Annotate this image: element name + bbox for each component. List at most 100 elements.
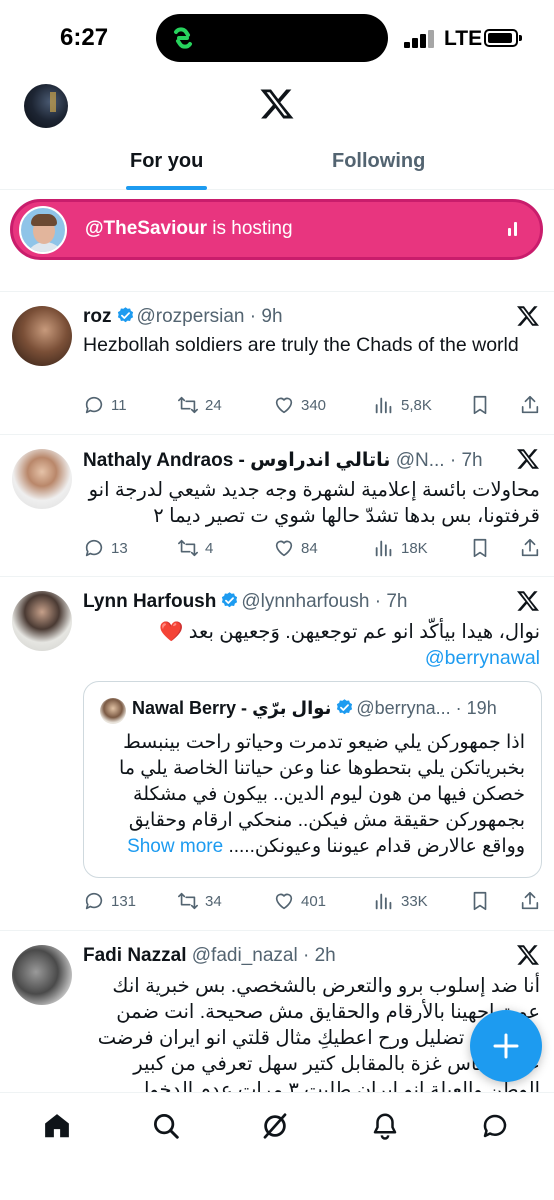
retweet-icon [178, 539, 198, 557]
views-count: 33K [401, 892, 428, 910]
retweet-button[interactable]: 34 [177, 890, 222, 912]
author-handle: @rozpersian [136, 306, 245, 327]
like-count: 84 [301, 539, 318, 557]
tweet-mention[interactable]: @berrynawal [83, 645, 540, 671]
tab-for-you[interactable]: For you [130, 150, 203, 173]
bookmark-icon [473, 538, 487, 558]
bookmark-icon [473, 891, 487, 911]
views-icon [375, 397, 392, 414]
x-logo-icon [517, 591, 539, 611]
like-count: 401 [301, 892, 327, 910]
share-button[interactable] [519, 537, 547, 559]
status-time: 6:27 [60, 24, 109, 51]
quoted-time: 19h [466, 698, 497, 718]
reply-button[interactable]: 11 [83, 394, 127, 416]
tweet-card[interactable]: Fadi Nazzal @fadi_nazal · 2h أنا ضد إسلو… [0, 931, 554, 1092]
tweet-header: Nathaly Andraos - ناتالي اندراوس @N... ·… [83, 450, 483, 471]
heart-icon [275, 397, 293, 414]
reply-icon [85, 396, 103, 414]
retweet-button[interactable]: 24 [177, 394, 222, 416]
active-tab-indicator [126, 186, 207, 190]
author-name[interactable]: roz [83, 306, 112, 327]
tweet-time: 2h [314, 945, 336, 966]
avatar[interactable] [12, 306, 72, 366]
views-button[interactable]: 33K [373, 890, 428, 912]
x-logo-icon [517, 449, 539, 469]
reply-count: 11 [111, 396, 127, 414]
avatar[interactable] [12, 945, 72, 1005]
share-icon [521, 395, 539, 414]
author-handle: @lynnharfoush [241, 591, 370, 612]
messages-icon[interactable] [480, 1111, 510, 1141]
tweet-text: نوال، هيدا بيأكّد انو عم توجعيهن. وَجعيه… [159, 621, 540, 643]
verified-badge-icon [222, 592, 238, 608]
avatar[interactable] [12, 449, 72, 509]
share-button[interactable] [519, 394, 547, 416]
author-name[interactable]: Lynn Harfoush [83, 591, 216, 612]
quoted-author-handle: @berryna... [356, 698, 451, 718]
space-host-handle: @TheSaviour [85, 218, 207, 239]
heart-icon [275, 540, 293, 557]
space-host-avatar [19, 206, 67, 254]
quoted-author-name: Nawal Berry - نوال برّي [132, 698, 332, 718]
tweet-time: 9h [261, 306, 283, 327]
status-bar: 6:27 LTE [0, 0, 554, 78]
retweet-icon [178, 892, 198, 910]
reply-button[interactable]: 131 [83, 890, 136, 912]
author-handle: @fadi_nazal [191, 945, 298, 966]
bookmark-button[interactable] [469, 537, 497, 559]
retweet-count: 4 [205, 539, 214, 557]
home-icon[interactable] [42, 1111, 72, 1141]
profile-avatar[interactable] [24, 84, 68, 128]
like-button[interactable]: 84 [273, 537, 318, 559]
tab-following[interactable]: Following [332, 150, 425, 173]
tweet-card[interactable]: Lynn Harfoush @lynnharfoush · 7h نوال، هي… [0, 577, 554, 931]
bookmark-button[interactable] [469, 890, 497, 912]
bookmark-button[interactable] [469, 394, 497, 416]
tweet-text: Hezbollah soldiers are truly the Chads o… [83, 334, 519, 356]
share-icon [521, 538, 539, 557]
tweet-card[interactable]: roz @rozpersian · 9h Hezbollah soldiers a… [0, 292, 554, 435]
views-button[interactable]: 18K [373, 537, 428, 559]
reply-icon [85, 539, 103, 557]
battery-icon [484, 29, 522, 47]
cellular-signal-icon [404, 30, 436, 48]
notifications-bell-icon[interactable] [370, 1111, 400, 1141]
views-button[interactable]: 5,8K [373, 394, 432, 416]
network-type: LTE [444, 27, 483, 50]
dynamic-island [156, 14, 388, 62]
link-icon [174, 27, 192, 49]
reply-icon [85, 892, 103, 910]
audio-equalizer-icon [508, 222, 520, 236]
reply-button[interactable]: 13 [83, 537, 128, 559]
author-name[interactable]: Nathaly Andraos - ناتالي اندراوس [83, 450, 390, 471]
author-name[interactable]: Fadi Nazzal [83, 945, 186, 966]
bookmark-icon [473, 395, 487, 415]
quoted-tweet[interactable]: Nawal Berry - نوال برّي @berryna... · 19h… [83, 681, 542, 878]
avatar[interactable] [12, 591, 72, 651]
space-host-text: @TheSaviour is hosting [85, 218, 293, 240]
reply-count: 13 [111, 539, 128, 557]
show-more-link[interactable]: Show more [127, 836, 223, 857]
tweet-time: 7h [461, 450, 483, 471]
quoted-header: Nawal Berry - نوال برّي @berryna... · 19h [132, 698, 497, 718]
share-button[interactable] [519, 890, 547, 912]
retweet-button[interactable]: 4 [177, 537, 213, 559]
like-button[interactable]: 340 [273, 394, 326, 416]
live-space-banner[interactable]: @TheSaviour is hosting [10, 199, 543, 260]
verified-badge-icon [337, 699, 353, 715]
reply-count: 131 [111, 892, 137, 910]
verified-badge-icon [117, 307, 133, 323]
search-icon[interactable] [151, 1111, 181, 1141]
compose-button[interactable] [470, 1010, 542, 1082]
tweet-card[interactable]: Nathaly Andraos - ناتالي اندراوس @N... ·… [0, 435, 554, 577]
like-button[interactable]: 401 [273, 890, 326, 912]
quoted-avatar[interactable] [100, 698, 126, 724]
quoted-text: اذا جمهوركن يلي ضيعو تدمرت وحياتو راحت ب… [98, 730, 525, 860]
like-count: 340 [301, 396, 327, 414]
x-logo-icon [517, 306, 539, 326]
tweet-header: Fadi Nazzal @fadi_nazal · 2h [83, 945, 336, 966]
share-icon [521, 891, 539, 910]
mention-link[interactable]: @berrynawal [425, 647, 540, 669]
grok-icon[interactable] [260, 1111, 290, 1141]
